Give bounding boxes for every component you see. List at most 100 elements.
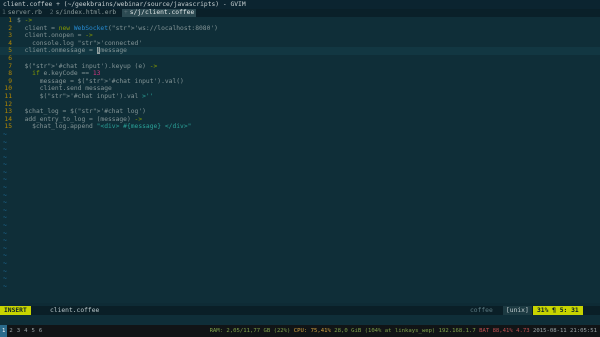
line-number: 5 xyxy=(8,47,12,55)
code-line[interactable]: 12 xyxy=(0,101,600,109)
code-text[interactable]: console.log "str">'connected' xyxy=(17,40,142,48)
system-status: RAM: 2,05/11,77 GB (22%) CPU: 75,41% 28,… xyxy=(210,325,597,337)
empty-line-marker: ~ xyxy=(3,206,7,214)
status-line: INSERT client.coffee coffee [unix] 31% ¶… xyxy=(0,306,600,315)
line-number: 1 xyxy=(8,17,12,24)
empty-line-marker: ~ xyxy=(3,153,7,161)
tab-number: 1 xyxy=(2,9,6,16)
line-number: 11 xyxy=(4,92,12,100)
empty-line-marker: ~ xyxy=(3,237,7,245)
code-text[interactable]: $chat_log.append "<div> #{message} </div… xyxy=(17,123,191,131)
code-line[interactable]: 1 $ -> xyxy=(0,17,600,25)
workspace-6[interactable]: 6 xyxy=(37,325,44,337)
code-text[interactable]: if e.keyCode == 13 xyxy=(17,70,100,78)
empty-line-marker: ~ xyxy=(3,191,7,199)
command-line[interactable] xyxy=(0,315,600,325)
empty-line-marker: ~ xyxy=(3,138,7,146)
line-number: 10 xyxy=(4,85,12,93)
status-position: 31% ¶ 5: 31 xyxy=(533,306,583,315)
empty-line-marker: ~ xyxy=(3,184,7,192)
code-line[interactable]: 11 $("str">'#chat input').val >'' xyxy=(0,93,600,101)
status-fileformat: [unix] xyxy=(503,306,532,315)
code-text[interactable]: client = new WebSocket("str">'ws://local… xyxy=(17,25,218,33)
empty-line-marker: ~ xyxy=(3,267,7,275)
code-line[interactable]: 5 client.onmessage = (message xyxy=(0,47,600,55)
empty-line-marker: ~ xyxy=(3,130,7,138)
code-line[interactable]: 7 $("str">'#chat input').keyup (e) -> xyxy=(0,63,600,71)
code-line[interactable]: 15 $chat_log.append "<div> #{message} </… xyxy=(0,123,600,131)
empty-line-marker: ~ xyxy=(3,161,7,169)
status-cursor-position: 5: 31 xyxy=(559,307,579,314)
code-text[interactable]: client.onopen = -> xyxy=(17,32,93,40)
workspace-3[interactable]: 3 xyxy=(15,325,22,337)
empty-line-marker: ~ xyxy=(3,168,7,176)
cpu-label: CPU: xyxy=(293,328,308,334)
line-number: 8 xyxy=(8,70,12,78)
workspace-5[interactable]: 5 xyxy=(30,325,37,337)
editor-buffer[interactable]: 1 $ -> 2 client = new WebSocket("str">'ws:… xyxy=(0,17,600,303)
disk-usage: 28,0 GiB xyxy=(334,328,362,334)
empty-line-marker: ~ xyxy=(3,146,7,154)
workspace-1[interactable]: 1 xyxy=(0,325,8,337)
code-text[interactable]: client.send message xyxy=(17,85,112,93)
text-cursor: ( xyxy=(96,47,101,55)
line-number: 15 xyxy=(4,123,12,131)
code-line[interactable]: 9 message = $("str">'#chat input').val() xyxy=(0,78,600,86)
status-filetype: coffee xyxy=(470,307,493,314)
code-text[interactable]: $("str">'#chat input').val >'' xyxy=(17,93,154,101)
tab-server-rb[interactable]: 1 server.rb xyxy=(0,9,44,17)
code-line[interactable]: 4 console.log "str">'connected' xyxy=(0,40,600,48)
tab-index-html-erb[interactable]: 2 s/index.html.erb xyxy=(48,9,118,17)
line-number: 12 xyxy=(4,100,12,108)
code-line[interactable]: 14 add_entry_to_log = (message) -> xyxy=(0,116,600,124)
empty-line-marker: ~ xyxy=(3,244,7,252)
tab-line: 1 server.rb 2 s/index.html.erb + s/j/client… xyxy=(0,9,600,17)
workspace-switcher: 123456 xyxy=(0,325,44,337)
code-line[interactable]: 3 client.onopen = -> xyxy=(0,32,600,40)
ram-label: RAM: xyxy=(209,328,224,334)
tab-modified-marker: + xyxy=(123,9,128,16)
tab-number: 2 xyxy=(49,9,54,16)
code-line[interactable]: 8 if e.keyCode == 13 xyxy=(0,70,600,78)
empty-line-marker: ~ xyxy=(3,260,7,267)
workspace-2[interactable]: 2 xyxy=(7,325,14,337)
line-number: 7 xyxy=(8,62,12,70)
empty-line-marker: ~ xyxy=(3,199,7,207)
empty-line-marker: ~ xyxy=(3,229,7,237)
code-text[interactable]: client.onmessage = (message xyxy=(17,47,127,55)
line-number: 13 xyxy=(4,108,12,116)
line-number: 2 xyxy=(8,24,12,32)
workspace-4[interactable]: 4 xyxy=(22,325,29,337)
tab-client-coffee[interactable]: + s/j/client.coffee xyxy=(121,9,197,17)
tab-label: s/j/client.coffee xyxy=(129,9,195,16)
empty-line-marker: ~ xyxy=(3,252,7,260)
wifi-status: (104% at linkays_wep) 192.168.1.7 xyxy=(364,328,476,334)
tab-label: s/index.html.erb xyxy=(55,9,117,16)
tab-label: server.rb xyxy=(7,9,42,16)
system-panel: 123456 RAM: 2,05/11,77 GB (22%) CPU: 75,… xyxy=(0,325,600,337)
window-title: client.coffee + (~/geekbrains/webinar/so… xyxy=(0,0,600,9)
ram-usage: 2,05/11,77 GB (22%) xyxy=(226,328,291,334)
cpu-usage: 75,41% xyxy=(310,328,331,334)
mode-indicator: INSERT xyxy=(0,306,31,315)
battery-status: BAT 88,41% 4.73 xyxy=(479,328,530,334)
empty-line-marker: ~ xyxy=(3,282,7,290)
code-line[interactable]: 10 client.send message xyxy=(0,85,600,93)
code-text[interactable]: message = $("str">'#chat input').val() xyxy=(17,78,184,86)
status-percent: 31% ¶ xyxy=(537,307,556,314)
code-text[interactable]: $ -> xyxy=(17,17,32,25)
code-line[interactable]: 13 $chat_log = $("str">'#chat log') xyxy=(0,108,600,116)
empty-line-marker: ~ xyxy=(3,214,7,222)
code-text[interactable]: add_entry_to_log = (message) -> xyxy=(17,116,143,124)
empty-line-marker: ~ xyxy=(3,222,7,230)
code-text[interactable]: $chat_log = $("str">'#chat log') xyxy=(17,108,146,116)
clock: 2015-08-11 21:05:51 xyxy=(533,328,597,334)
line-number: 4 xyxy=(8,39,12,47)
line-number: 14 xyxy=(4,115,12,123)
line-number: 9 xyxy=(8,77,12,85)
code-line[interactable]: 2 client = new WebSocket("str">'ws://loc… xyxy=(0,25,600,33)
code-line[interactable]: 6 xyxy=(0,55,600,63)
code-text[interactable]: $("str">'#chat input').keyup (e) -> xyxy=(17,63,158,71)
status-filename: client.coffee xyxy=(50,307,100,314)
empty-line-marker: ~ xyxy=(3,275,7,283)
